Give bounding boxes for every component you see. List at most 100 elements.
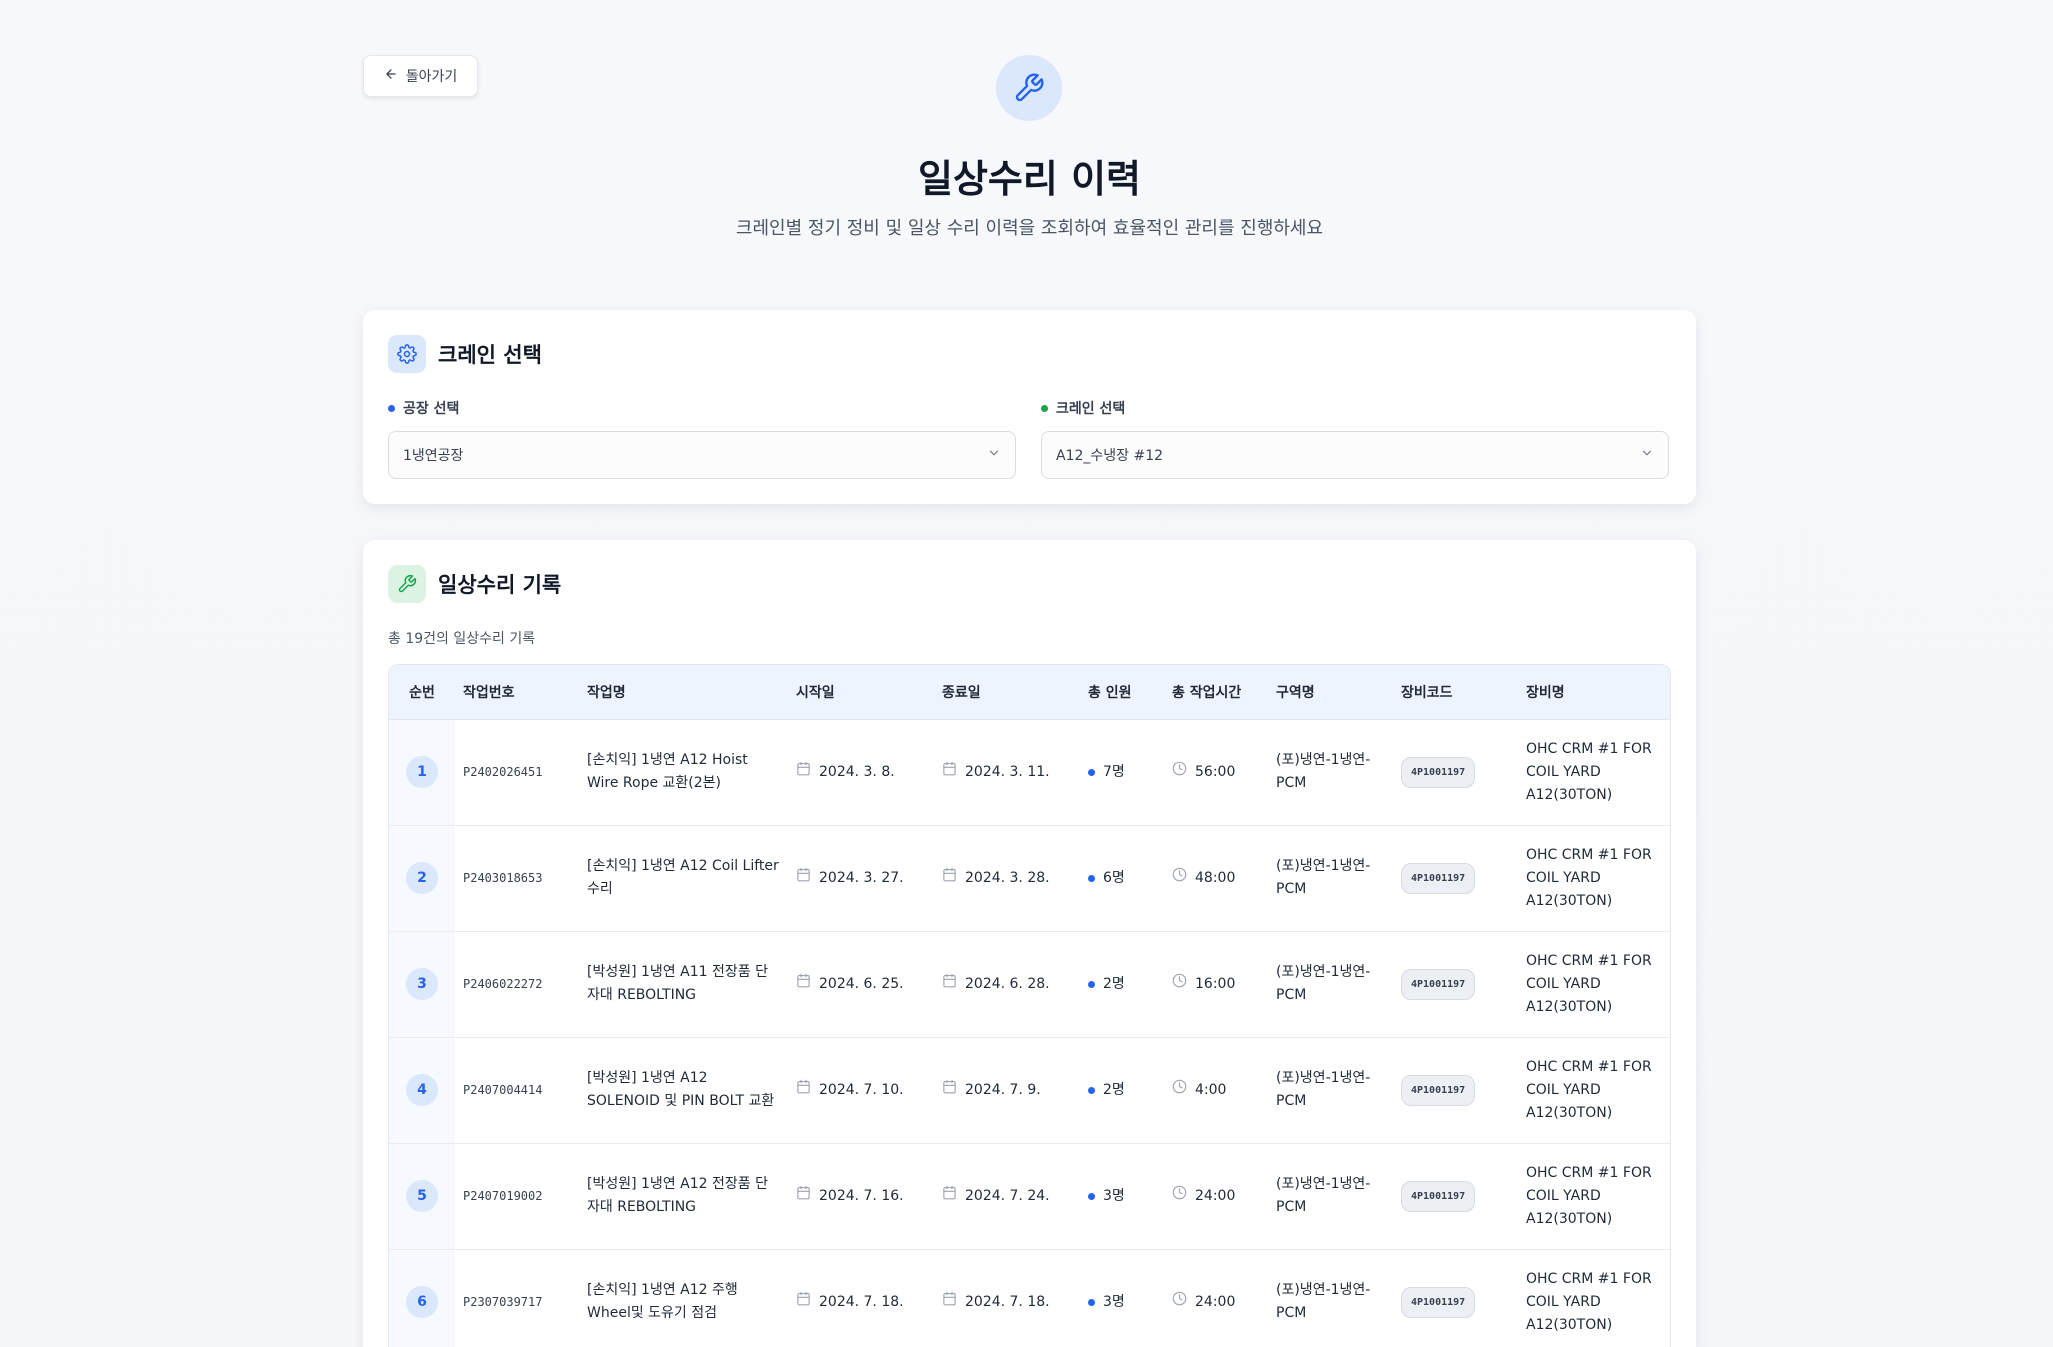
calendar-icon — [942, 761, 957, 784]
equipment-code-cell: 4P1001197 — [1393, 1143, 1518, 1249]
people-cell: 2명 — [1080, 1037, 1164, 1143]
people-count: 6명 — [1103, 869, 1125, 886]
people-dot — [1088, 1298, 1095, 1306]
start-date: 2024. 3. 8. — [819, 763, 895, 780]
crane-select-value: A12_수냉장 #12 — [1056, 448, 1164, 464]
end-date-cell: 2024. 3. 11. — [934, 719, 1080, 825]
factory-field: 공장 선택 1냉연공장 — [388, 398, 1016, 479]
people-cell: 7명 — [1080, 719, 1164, 825]
row-index-badge: 6 — [406, 1286, 438, 1318]
chevron-down-icon — [987, 446, 1001, 464]
row-index-badge: 2 — [406, 862, 438, 894]
wrench-icon — [996, 55, 1062, 121]
people-dot — [1088, 874, 1095, 882]
back-button[interactable]: 돌아가기 — [363, 55, 478, 97]
calendar-icon — [796, 761, 811, 784]
equipment-name: OHC CRM #1 FOR COIL YARD A12(30TON) — [1526, 1058, 1652, 1121]
end-date: 2024. 7. 24. — [965, 1187, 1050, 1204]
job-name: [손치익] 1냉연 A12 Coil Lifter 수리 — [587, 858, 779, 897]
factory-label: 공장 선택 — [403, 401, 460, 417]
factory-select-value: 1냉연공장 — [403, 448, 464, 464]
back-button-label: 돌아가기 — [405, 69, 458, 85]
table-row[interactable]: 6 P2307039717 [손치익] 1냉연 A12 주행 Wheel및 도유기 … — [389, 1249, 1670, 1347]
clock-icon — [1172, 761, 1187, 784]
arrow-left-icon — [384, 67, 398, 85]
work-hours: 56:00 — [1195, 763, 1236, 780]
work-hours: 16:00 — [1195, 975, 1236, 992]
start-date: 2024. 7. 10. — [819, 1081, 904, 1098]
job-number: P2403018653 — [463, 870, 543, 885]
calendar-icon — [942, 973, 957, 996]
table-row[interactable]: 1 P2402026451 [손치익] 1냉연 A12 Hoist Wire Rop… — [389, 719, 1670, 825]
row-index-cell: 6 — [389, 1249, 455, 1347]
start-date-cell: 2024. 7. 18. — [788, 1249, 934, 1347]
clock-icon — [1172, 867, 1187, 890]
row-index-cell: 4 — [389, 1037, 455, 1143]
job-number: P2307039717 — [463, 1294, 543, 1309]
area-name: (포)냉연-1냉연-PCM — [1276, 1282, 1371, 1321]
job-name: [박성원] 1냉연 A11 전장품 단자대 REBOLTING — [587, 964, 768, 1003]
hours-cell: 24:00 — [1164, 1143, 1268, 1249]
column-header-area: 구역명 — [1268, 665, 1393, 720]
equipment-code-badge: 4P1001197 — [1401, 862, 1476, 894]
calendar-icon — [796, 1079, 811, 1102]
column-header-start: 시작일 — [788, 665, 934, 720]
factory-select[interactable]: 1냉연공장 — [388, 431, 1016, 479]
people-count: 2명 — [1103, 1081, 1125, 1098]
equipment-code-badge: 4P1001197 — [1401, 1286, 1476, 1318]
equipment-code-cell: 4P1001197 — [1393, 931, 1518, 1037]
wrench-icon — [388, 565, 426, 603]
table-row[interactable]: 5 P2407019002 [박성원] 1냉연 A12 전장품 단자대 REBOLT… — [389, 1143, 1670, 1249]
equipment-code-cell: 4P1001197 — [1393, 1249, 1518, 1347]
job-number: P2407019002 — [463, 1188, 543, 1203]
column-header-hours: 총 작업시간 — [1164, 665, 1268, 720]
row-index-cell: 5 — [389, 1143, 455, 1249]
table-header-row: 순번 작업번호 작업명 시작일 종료일 총 인원 총 작업시간 구역명 장비코드 장비명 — [389, 665, 1670, 720]
row-index-cell: 3 — [389, 931, 455, 1037]
people-dot — [1088, 1086, 1095, 1094]
column-header-job-no: 작업번호 — [455, 665, 579, 720]
column-header-equip: 장비명 — [1518, 665, 1670, 720]
start-date: 2024. 7. 18. — [819, 1293, 904, 1310]
work-hours: 48:00 — [1195, 869, 1236, 886]
table-row[interactable]: 4 P2407004414 [박성원] 1냉연 A12 SOLENOID 및 PIN… — [389, 1037, 1670, 1143]
end-date-cell: 2024. 7. 9. — [934, 1037, 1080, 1143]
equipment-name: OHC CRM #1 FOR COIL YARD A12(30TON) — [1526, 740, 1652, 803]
start-date-cell: 2024. 7. 10. — [788, 1037, 934, 1143]
table-row[interactable]: 2 P2403018653 [손치익] 1냉연 A12 Coil Lifter 수리… — [389, 825, 1670, 931]
clock-icon — [1172, 1185, 1187, 1208]
crane-select-header: 크레인 선택 — [388, 335, 542, 373]
row-index-badge: 3 — [406, 968, 438, 1000]
people-cell: 6명 — [1080, 825, 1164, 931]
people-dot — [1088, 1192, 1095, 1200]
table-row[interactable]: 3 P2406022272 [박성원] 1냉연 A11 전장품 단자대 REBOLT… — [389, 931, 1670, 1037]
start-date: 2024. 3. 27. — [819, 869, 904, 886]
crane-field: 크레인 선택 A12_수냉장 #12 — [1041, 398, 1669, 479]
start-date: 2024. 6. 25. — [819, 975, 904, 992]
people-cell: 2명 — [1080, 931, 1164, 1037]
job-number: P2406022272 — [463, 976, 543, 991]
hours-cell: 16:00 — [1164, 931, 1268, 1037]
crane-label: 크레인 선택 — [1056, 401, 1126, 417]
crane-select-card: 크레인 선택 공장 선택 1냉연공장 크레인 선택 A12_수냉장 #12 — [363, 310, 1696, 504]
column-header-people: 총 인원 — [1080, 665, 1164, 720]
end-date-cell: 2024. 6. 28. — [934, 931, 1080, 1037]
people-dot — [1088, 768, 1095, 776]
end-date: 2024. 3. 11. — [965, 763, 1050, 780]
people-cell: 3명 — [1080, 1249, 1164, 1347]
repair-records-header: 일상수리 기록 — [388, 565, 561, 603]
crane-select[interactable]: A12_수냉장 #12 — [1041, 431, 1669, 479]
start-date-cell: 2024. 3. 27. — [788, 825, 934, 931]
page-title: 일상수리 이력 — [918, 157, 1141, 201]
calendar-icon — [942, 867, 957, 890]
row-index-badge: 4 — [406, 1074, 438, 1106]
area-name: (포)냉연-1냉연-PCM — [1276, 1176, 1371, 1215]
record-count: 총 19건의 일상수리 기록 — [388, 631, 536, 647]
column-header-no: 순번 — [389, 665, 455, 720]
end-date-cell: 2024. 7. 24. — [934, 1143, 1080, 1249]
column-header-end: 종료일 — [934, 665, 1080, 720]
equipment-name: OHC CRM #1 FOR COIL YARD A12(30TON) — [1526, 1164, 1652, 1227]
equipment-name: OHC CRM #1 FOR COIL YARD A12(30TON) — [1526, 952, 1652, 1015]
crane-label-dot — [1041, 404, 1048, 412]
equipment-code-badge: 4P1001197 — [1401, 1074, 1476, 1106]
